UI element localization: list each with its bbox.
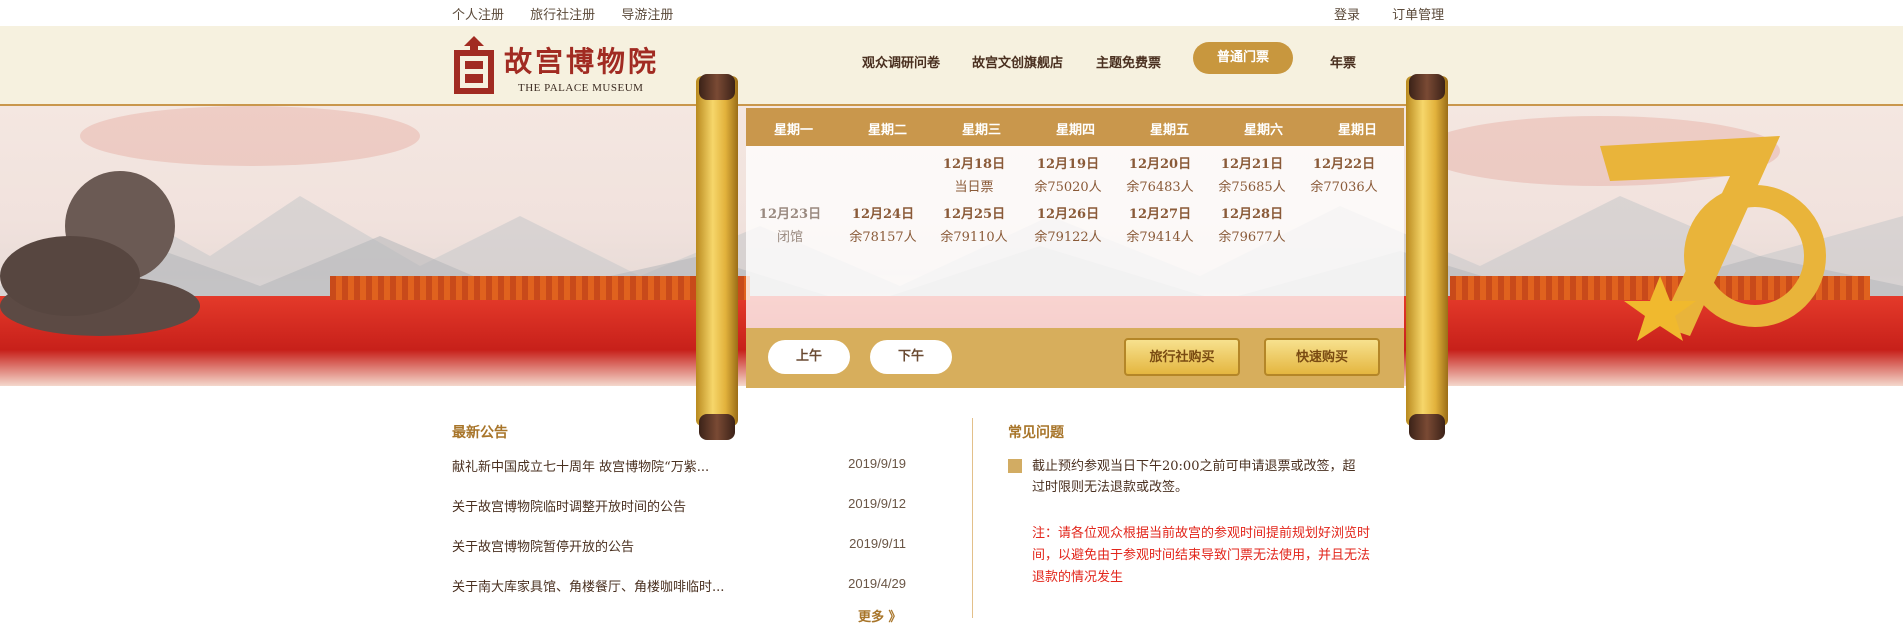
news-item-title[interactable]: 关于南大库家具馆、角楼餐厅、角楼咖啡临时... bbox=[452, 576, 724, 595]
palace-emblem-icon bbox=[454, 36, 494, 94]
day-date: 12月22日 bbox=[1312, 157, 1376, 172]
news-item-date: 2019/9/19 bbox=[848, 456, 906, 471]
news-item-title[interactable]: 关于故宫博物院临时调整开放时间的公告 bbox=[452, 496, 686, 515]
day-remaining: 余79414人 bbox=[1126, 230, 1194, 245]
calendar-day[interactable]: 12月18日 当日票 bbox=[934, 153, 1014, 195]
news-section-title: 最新公告 bbox=[452, 425, 508, 441]
day-remaining: 余79110人 bbox=[940, 230, 1008, 245]
weekday-sun: 星期日 bbox=[1338, 123, 1378, 138]
day-remaining: 余79677人 bbox=[1218, 230, 1286, 245]
news-item-date: 2019/9/11 bbox=[849, 536, 906, 551]
day-remaining: 当日票 bbox=[954, 180, 994, 195]
nav-annual-pass[interactable]: 年票 bbox=[1330, 52, 1356, 71]
left-scroll-rod bbox=[696, 76, 738, 426]
day-remaining: 余75685人 bbox=[1218, 180, 1286, 195]
palace-museum-logo[interactable]: 故宫博物院 THE PALACE MUSEUM bbox=[452, 36, 662, 100]
top-utility-bar: 个人注册 旅行社注册 导游注册 登录 订单管理 bbox=[0, 0, 1903, 26]
day-date: 12月25日 bbox=[942, 207, 1006, 222]
nav-survey[interactable]: 观众调研问卷 bbox=[862, 52, 940, 71]
right-scroll-cap-top bbox=[1409, 74, 1445, 100]
day-remaining: 余76483人 bbox=[1126, 180, 1194, 195]
right-scroll-cap-bottom bbox=[1409, 414, 1445, 440]
day-date: 12月18日 bbox=[942, 157, 1006, 172]
register-links: 个人注册 旅行社注册 导游注册 bbox=[452, 4, 695, 23]
day-date: 12月27日 bbox=[1128, 207, 1192, 222]
calendar-day[interactable]: 12月22日 余77036人 bbox=[1304, 153, 1384, 195]
faq-text: 截止预约参观当日下午20:00之前可申请退票或改签，超过时限则无法退款或改签。 bbox=[1032, 459, 1356, 495]
logo-english-name: THE PALACE MUSEUM bbox=[518, 82, 644, 94]
faq-note: 注：请各位观众根据当前故宫的参观时间提前规划好浏览时间，以避免由于参观时间结束导… bbox=[1032, 526, 1371, 585]
day-date: 12月23日 bbox=[758, 207, 822, 222]
section-divider bbox=[972, 418, 973, 618]
palace-roofs bbox=[330, 276, 750, 300]
day-remaining: 余78157人 bbox=[849, 230, 917, 245]
news-more-link[interactable]: 更多 》 bbox=[858, 606, 902, 625]
weekday-mon: 星期一 bbox=[774, 123, 814, 138]
nav-regular-ticket[interactable]: 普通门票 bbox=[1193, 42, 1293, 74]
news-item-title[interactable]: 献礼新中国成立七十周年 故宫博物院“万紫... bbox=[452, 456, 709, 475]
faq-section-title: 常见问题 bbox=[1008, 425, 1064, 441]
day-remaining: 余77036人 bbox=[1310, 180, 1378, 195]
weekday-sat: 星期六 bbox=[1244, 123, 1284, 138]
weekday-header: 星期一 星期二 星期三 星期四 星期五 星期六 星期日 bbox=[746, 108, 1404, 146]
stone-lion-illustration bbox=[0, 171, 200, 336]
logo-chinese-name: 故宫博物院 bbox=[504, 45, 660, 78]
seventy-anniversary-icon bbox=[1600, 136, 1826, 341]
nav-free-ticket[interactable]: 主题免费票 bbox=[1096, 52, 1161, 71]
agency-register-link[interactable]: 旅行社注册 bbox=[530, 8, 595, 23]
morning-button[interactable]: 上午 bbox=[768, 340, 850, 374]
order-management-link[interactable]: 订单管理 bbox=[1392, 8, 1444, 23]
left-scroll-cap-top bbox=[699, 74, 735, 100]
calendar-day[interactable]: 12月19日 余75020人 bbox=[1028, 153, 1108, 195]
day-remaining: 闭馆 bbox=[776, 230, 803, 245]
personal-register-link[interactable]: 个人注册 bbox=[452, 8, 504, 23]
weekday-fri: 星期五 bbox=[1150, 123, 1190, 138]
calendar-day[interactable]: 12月27日 余79414人 bbox=[1120, 203, 1200, 245]
nav-creative-store[interactable]: 故宫文创旗舰店 bbox=[972, 52, 1063, 71]
calendar-day[interactable]: 12月24日 余78157人 bbox=[843, 203, 923, 245]
day-date: 12月21日 bbox=[1220, 157, 1284, 172]
login-link[interactable]: 登录 bbox=[1334, 8, 1360, 23]
day-date: 12月26日 bbox=[1036, 207, 1100, 222]
calendar-day[interactable]: 12月28日 余79677人 bbox=[1212, 203, 1292, 245]
calendar-day[interactable]: 12月20日 余76483人 bbox=[1120, 153, 1200, 195]
ticket-action-bar: 上午 下午 旅行社购买 快速购买 bbox=[746, 328, 1404, 388]
weekday-tue: 星期二 bbox=[868, 123, 908, 138]
guide-register-link[interactable]: 导游注册 bbox=[621, 8, 673, 23]
calendar-day-closed: 12月23日 闭馆 bbox=[750, 203, 830, 245]
day-remaining: 余75020人 bbox=[1034, 180, 1102, 195]
left-scroll-cap-bottom bbox=[699, 414, 735, 440]
news-item-date: 2019/9/12 bbox=[848, 496, 906, 511]
day-date: 12月24日 bbox=[851, 207, 915, 222]
right-scroll-rod bbox=[1406, 76, 1448, 426]
faq-bullet-icon bbox=[1008, 459, 1022, 473]
account-links: 登录 订单管理 bbox=[1334, 4, 1472, 23]
day-date: 12月19日 bbox=[1036, 157, 1100, 172]
weekday-wed: 星期三 bbox=[962, 123, 1002, 138]
day-remaining: 余79122人 bbox=[1034, 230, 1102, 245]
news-item-date: 2019/4/29 bbox=[848, 576, 906, 591]
site-header: 故宫博物院 THE PALACE MUSEUM 观众调研问卷 故宫文创旗舰店 主… bbox=[0, 26, 1903, 106]
afternoon-button[interactable]: 下午 bbox=[870, 340, 952, 374]
quick-buy-button[interactable]: 快速购买 bbox=[1264, 338, 1380, 376]
news-item-title[interactable]: 关于故宫博物院暂停开放的公告 bbox=[452, 536, 634, 555]
weekday-thu: 星期四 bbox=[1056, 123, 1096, 138]
day-date: 12月28日 bbox=[1220, 207, 1284, 222]
day-date: 12月20日 bbox=[1128, 157, 1192, 172]
calendar-day[interactable]: 12月26日 余79122人 bbox=[1028, 203, 1108, 245]
calendar-day[interactable]: 12月25日 余79110人 bbox=[934, 203, 1014, 245]
agency-buy-button[interactable]: 旅行社购买 bbox=[1124, 338, 1240, 376]
calendar-day[interactable]: 12月21日 余75685人 bbox=[1212, 153, 1292, 195]
